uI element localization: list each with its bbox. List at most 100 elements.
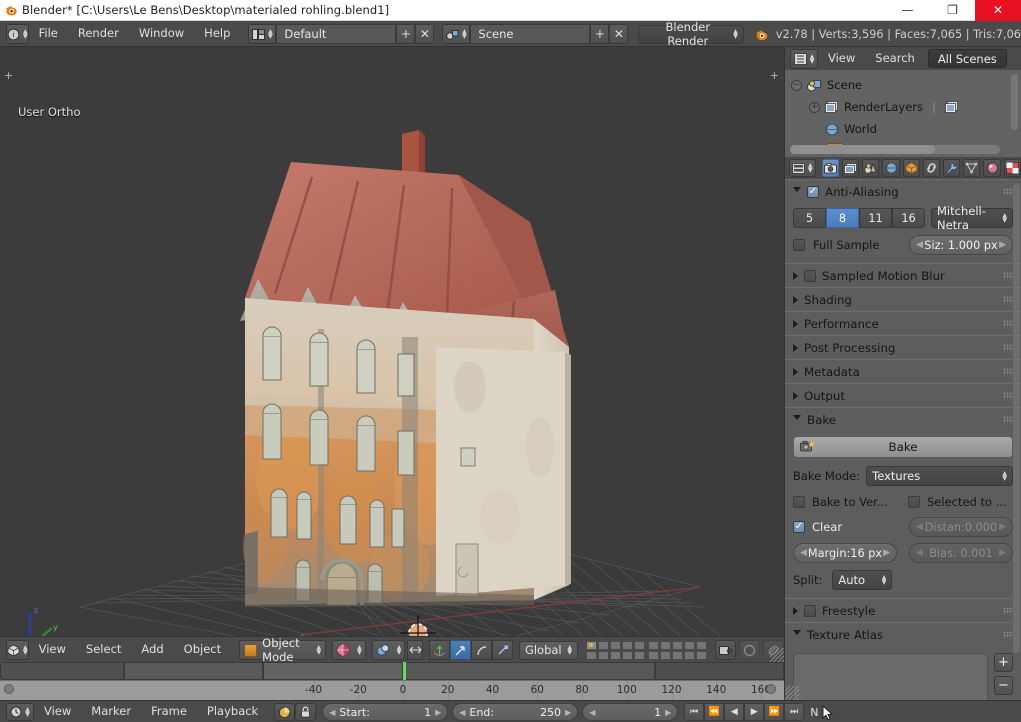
panel-header-output[interactable]: Output bbox=[785, 384, 1021, 407]
tab-texture[interactable] bbox=[1003, 159, 1021, 177]
sampled-motion-blur-checkbox[interactable] bbox=[804, 269, 816, 282]
aa-filter-spinner[interactable]: ▲ ▼ bbox=[1002, 213, 1007, 224]
manipulate-center-points-button[interactable] bbox=[407, 640, 423, 660]
timeline-menu-marker[interactable]: Marker bbox=[81, 706, 141, 718]
renderlayer-data-icon[interactable] bbox=[944, 100, 959, 114]
pivot-point-spinner[interactable]: ▲ ▼ bbox=[397, 645, 402, 656]
properties-editor-spinner[interactable]: ▲ ▼ bbox=[808, 163, 813, 174]
aa-filter-size-field[interactable]: ◀ Siz: 1.000 px ▶ bbox=[909, 235, 1013, 255]
atlas-add-button[interactable]: + bbox=[994, 653, 1013, 672]
menu-render[interactable]: Render bbox=[68, 28, 129, 40]
margin-inc-arrow[interactable]: ▶ bbox=[883, 548, 890, 558]
timeline-editor-type-selector[interactable]: ▲ ▼ bbox=[6, 703, 34, 721]
layer-cell[interactable] bbox=[660, 640, 671, 650]
current-frame-inc-arrow[interactable]: ▶ bbox=[665, 708, 671, 717]
layer-cell[interactable] bbox=[696, 650, 707, 660]
bake-button[interactable]: Bake bbox=[793, 436, 1013, 458]
rotate-manipulator-button[interactable] bbox=[470, 640, 492, 660]
bake-to-vertex-checkbox[interactable] bbox=[793, 496, 805, 508]
render-ob-button[interactable] bbox=[715, 640, 736, 660]
scene-name[interactable]: Scene bbox=[470, 24, 591, 44]
screen-layout-name[interactable]: Default bbox=[276, 24, 397, 44]
timeline-track[interactable] bbox=[0, 662, 784, 680]
viewport-shading-selector[interactable]: ▲ ▼ bbox=[332, 640, 366, 660]
properties-corner-grip[interactable] bbox=[785, 686, 799, 700]
layer-block-right[interactable] bbox=[648, 640, 707, 660]
panel-header-bake[interactable]: Bake bbox=[785, 408, 1021, 431]
viewport-editor-type-selector[interactable]: ▲ ▼ bbox=[6, 640, 29, 660]
start-frame-dec-arrow[interactable]: ◀ bbox=[329, 708, 335, 717]
layer-cell[interactable] bbox=[684, 640, 695, 650]
collapse-triangle-icon[interactable] bbox=[793, 630, 801, 639]
atlas-remove-button[interactable]: − bbox=[994, 676, 1013, 695]
timeline-scroll-handle-left[interactable] bbox=[4, 684, 14, 694]
menu-help[interactable]: Help bbox=[194, 28, 240, 40]
layer-cell[interactable] bbox=[648, 640, 659, 650]
add-scene-button[interactable]: + bbox=[590, 24, 610, 44]
scene-spinner[interactable]: ▲ ▼ bbox=[462, 29, 467, 40]
aa-sample-8[interactable]: 8 bbox=[826, 208, 859, 228]
end-frame-inc-arrow[interactable]: ▶ bbox=[565, 708, 571, 717]
layer-cell[interactable] bbox=[586, 640, 597, 650]
bake-margin-field[interactable]: ◀ Margin:16 px ▶ bbox=[793, 543, 897, 563]
menu-window[interactable]: Window bbox=[129, 28, 194, 40]
play-reverse-button[interactable]: ◀ bbox=[724, 703, 745, 721]
editor-type-spinner[interactable]: ▲ ▼ bbox=[23, 29, 28, 40]
panel-post-processing[interactable]: Post Processing bbox=[785, 335, 1021, 359]
properties-region-toggle[interactable]: + bbox=[770, 69, 779, 82]
texture-atlas-list[interactable]: + bbox=[793, 653, 988, 700]
remove-scene-button[interactable]: ✕ bbox=[609, 24, 629, 44]
split-selector[interactable]: Auto ▲ ▼ bbox=[832, 570, 893, 590]
layer-cell[interactable] bbox=[634, 640, 645, 650]
panel-header-texture-atlas[interactable]: Texture Atlas bbox=[785, 623, 1021, 646]
timeline-ruler[interactable]: -40 -20 0 20 40 60 80 100 120 140 160 bbox=[0, 680, 784, 701]
current-frame-indicator[interactable] bbox=[403, 662, 406, 680]
maximize-button[interactable]: ❐ bbox=[930, 0, 975, 21]
timeline-menu-frame[interactable]: Frame bbox=[141, 706, 197, 718]
properties-editor-type-selector[interactable]: ▲ ▼ bbox=[789, 159, 816, 177]
expand-triangle-icon[interactable] bbox=[793, 606, 798, 615]
clear-checkbox[interactable] bbox=[793, 521, 805, 533]
expand-triangle-icon[interactable] bbox=[793, 343, 798, 352]
timeline-menu-view[interactable]: View bbox=[34, 706, 81, 718]
panel-performance[interactable]: Performance bbox=[785, 311, 1021, 335]
scale-manipulator-button[interactable] bbox=[491, 640, 513, 660]
timeline-menu-playback[interactable]: Playback bbox=[197, 706, 268, 718]
layer-cell[interactable] bbox=[598, 640, 609, 650]
outliner-tree[interactable]: − Scene + RenderLayers | World bbox=[785, 70, 1021, 157]
auto-keyframe-button[interactable] bbox=[274, 703, 296, 721]
aa-size-dec-arrow[interactable]: ◀ bbox=[916, 240, 923, 250]
expand-triangle-icon[interactable] bbox=[793, 295, 798, 304]
scene-layers[interactable] bbox=[586, 640, 707, 660]
outliner-item-scene[interactable]: − Scene bbox=[791, 78, 862, 92]
timeline-scroll-handle-right[interactable] bbox=[766, 684, 776, 694]
tab-constraints[interactable] bbox=[922, 159, 941, 177]
current-frame-field[interactable]: ◀ 1 ▶ bbox=[582, 703, 679, 721]
panel-freestyle[interactable]: Freestyle bbox=[785, 598, 1021, 622]
split-spinner[interactable]: ▲ ▼ bbox=[882, 575, 887, 586]
layer-cell[interactable] bbox=[610, 640, 621, 650]
viewport-shading-spinner[interactable]: ▲ ▼ bbox=[357, 645, 362, 656]
viewport-menu-object[interactable]: Object bbox=[174, 644, 231, 656]
panel-header-freestyle[interactable]: Freestyle bbox=[785, 599, 1021, 622]
bake-mode-selector[interactable]: Textures ▲ ▼ bbox=[866, 466, 1013, 486]
tab-scene[interactable] bbox=[862, 159, 880, 177]
interaction-mode-selector[interactable]: Object Mode ▲ ▼ bbox=[239, 636, 327, 664]
panel-shading[interactable]: Shading bbox=[785, 287, 1021, 311]
expand-triangle-icon[interactable] bbox=[793, 319, 798, 328]
timeline-editor[interactable]: -40 -20 0 20 40 60 80 100 120 140 160 bbox=[0, 662, 784, 701]
outliner-vertical-scrollbar[interactable] bbox=[1011, 74, 1018, 130]
panel-sampled-motion-blur[interactable]: Sampled Motion Blur bbox=[785, 263, 1021, 287]
jump-to-end-button[interactable]: ⏭ bbox=[784, 703, 805, 721]
transform-orientation-selector[interactable]: Global ▲ ▼ bbox=[518, 640, 578, 660]
properties-editor[interactable]: ▲ ▼ ✓ Anti-Aliasing 5 8 11 16 Mitchell-N… bbox=[784, 157, 1021, 700]
layer-cell[interactable] bbox=[622, 640, 633, 650]
remove-screen-layout-button[interactable]: ✕ bbox=[415, 24, 435, 44]
layer-cell[interactable] bbox=[634, 650, 645, 660]
layer-cell[interactable] bbox=[672, 640, 683, 650]
tab-render[interactable] bbox=[821, 159, 839, 177]
render-shadeless-button[interactable] bbox=[739, 640, 760, 660]
expand-triangle-icon[interactable] bbox=[793, 271, 798, 280]
close-button[interactable]: ✕ bbox=[975, 0, 1021, 21]
start-frame-inc-arrow[interactable]: ▶ bbox=[435, 708, 441, 717]
